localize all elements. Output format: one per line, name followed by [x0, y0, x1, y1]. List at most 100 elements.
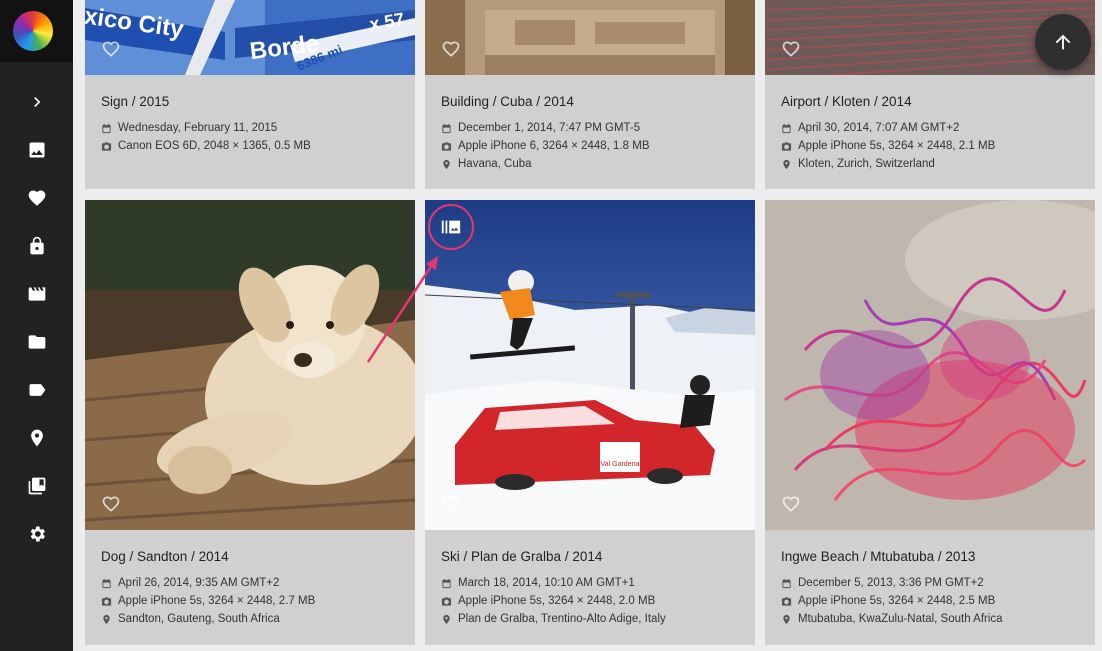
photo-camera: Canon EOS 6D, 2048 × 1365, 0.5 MB [101, 140, 311, 152]
sidebar-item-settings[interactable] [0, 510, 73, 558]
photo-title: Ingwe Beach / Mtubatuba / 2013 [781, 549, 976, 564]
photo-icon [29, 142, 44, 158]
place-icon [103, 614, 110, 624]
photo-location: Mtubatuba, KwaZulu-Natal, South Africa [781, 613, 1003, 625]
camera-icon [781, 141, 792, 151]
camera-icon [101, 141, 112, 151]
photo-date-text: April 26, 2014, 9:35 AM GMT+2 [118, 577, 280, 589]
arrow-up-icon [1055, 34, 1071, 50]
photo-title: Building / Cuba / 2014 [441, 94, 574, 109]
place-icon [783, 159, 790, 169]
photo-camera-text: Apple iPhone 5s, 3264 × 2448, 2.5 MB [798, 595, 996, 607]
scroll-top-button[interactable] [1035, 14, 1091, 70]
photo-thumbnail[interactable] [425, 0, 755, 75]
sidebar-item-favorites[interactable] [0, 174, 73, 222]
car-text: Val Gardena [601, 461, 640, 468]
calendar-icon [102, 578, 111, 588]
place-icon [783, 614, 790, 624]
photo-card[interactable]: Building / Cuba / 2014 December 1, 2014,… [425, 0, 755, 189]
stack-badge[interactable] [428, 204, 474, 250]
photo-thumbnail[interactable] [765, 200, 1095, 530]
place-icon [443, 159, 450, 169]
photo-location-text: Havana, Cuba [458, 158, 532, 170]
favorite-heart-icon[interactable] [441, 494, 461, 514]
calendar-icon [782, 123, 791, 133]
photo-title: Sign / 2015 [101, 94, 170, 109]
sidebar-item-videos[interactable] [0, 270, 73, 318]
camera-icon [441, 141, 452, 151]
photo-location-text: Mtubatuba, KwaZulu-Natal, South Africa [798, 613, 1003, 625]
photo-date-text: Wednesday, February 11, 2015 [118, 122, 278, 134]
photo-date: December 1, 2014, 7:47 PM GMT-5 [441, 122, 640, 134]
photo-title: Dog / Sandton / 2014 [101, 549, 229, 564]
favorite-heart-icon[interactable] [441, 39, 461, 59]
calendar-icon [442, 123, 451, 133]
photo-title: Ski / Plan de Gralba / 2014 [441, 549, 603, 564]
photo-camera: Apple iPhone 5s, 3264 × 2448, 2.5 MB [781, 595, 995, 607]
app-logo[interactable] [0, 0, 73, 62]
sidebar-item-photos[interactable] [0, 126, 73, 174]
folder-icon [28, 335, 45, 349]
calendar-icon [102, 123, 111, 133]
photo-thumbnail[interactable]: Val Gardena [425, 200, 755, 530]
photo-location-text: Plan de Gralba, Trentino-Alto Adige, Ita… [458, 613, 666, 625]
photo-camera: Apple iPhone 5s, 3264 × 2448, 2.1 MB [781, 140, 995, 152]
favorite-heart-icon[interactable] [781, 494, 801, 514]
sidebar-item-albums[interactable] [0, 462, 73, 510]
photo-camera: Apple iPhone 6, 3264 × 2448, 1.8 MB [441, 140, 650, 152]
sidebar-item-private[interactable] [0, 222, 73, 270]
photo-thumbnail[interactable]: xico City Borde 6386 mi x 57 [85, 0, 415, 75]
photo-title: Airport / Kloten / 2014 [781, 94, 912, 109]
chevron-right-icon [33, 97, 40, 107]
photo-date-text: April 30, 2014, 7:07 AM GMT+2 [798, 122, 960, 134]
photo-date-text: December 5, 2013, 3:36 PM GMT+2 [798, 577, 984, 589]
photo-date: April 30, 2014, 7:07 AM GMT+2 [781, 122, 959, 134]
photo-camera-text: Apple iPhone 5s, 3264 × 2448, 2.0 MB [458, 595, 656, 607]
lock-icon [29, 236, 44, 255]
photo-card[interactable]: Val Gardena Ski / Plan de Gralba / 2014 … [425, 200, 755, 645]
favorite-heart-icon[interactable] [101, 494, 121, 514]
annotation-arrow [366, 256, 438, 363]
logo-icon [13, 11, 53, 51]
photo-date: April 26, 2014, 9:35 AM GMT+2 [101, 577, 279, 589]
photo-location-text: Kloten, Zurich, Switzerland [798, 158, 935, 170]
calendar-icon [442, 578, 451, 588]
photo-date-text: December 1, 2014, 7:47 PM GMT-5 [458, 122, 641, 134]
photo-stack-icon [441, 220, 461, 234]
camera-icon [101, 596, 112, 606]
photo-date: Wednesday, February 11, 2015 [101, 122, 277, 134]
favorite-heart-icon[interactable] [781, 39, 801, 59]
photo-camera: Apple iPhone 5s, 3264 × 2448, 2.7 MB [101, 595, 315, 607]
favorite-heart-icon[interactable] [101, 39, 121, 59]
sidebar-item-places[interactable] [0, 414, 73, 462]
photo-location: Kloten, Zurich, Switzerland [781, 158, 935, 170]
photo-card[interactable]: xico City Borde 6386 mi x 57 Sign / 2015… [85, 0, 415, 189]
photo-date-text: March 18, 2014, 10:10 AM GMT+1 [458, 577, 635, 589]
photo-location: Plan de Gralba, Trentino-Alto Adige, Ita… [441, 613, 666, 625]
sidebar-item-labels[interactable] [0, 366, 73, 414]
photo-camera-text: Apple iPhone 5s, 3264 × 2448, 2.7 MB [118, 595, 316, 607]
calendar-icon [782, 578, 791, 588]
camera-icon [441, 596, 452, 606]
photo-location: Sandton, Gauteng, South Africa [101, 613, 280, 625]
camera-icon [781, 596, 792, 606]
heart-icon [28, 190, 45, 206]
sidebar [0, 0, 73, 651]
photo-card[interactable]: Ingwe Beach / Mtubatuba / 2013 December … [765, 200, 1095, 645]
photo-date: March 18, 2014, 10:10 AM GMT+1 [441, 577, 635, 589]
settings-icon [30, 526, 45, 542]
photo-date: December 5, 2013, 3:36 PM GMT+2 [781, 577, 984, 589]
photo-camera: Apple iPhone 5s, 3264 × 2448, 2.0 MB [441, 595, 655, 607]
place-icon [443, 614, 450, 624]
sidebar-expand-button[interactable] [0, 78, 73, 126]
place-icon [30, 429, 43, 447]
sidebar-item-folders[interactable] [0, 318, 73, 366]
album-icon [28, 477, 45, 495]
photo-camera-text: Apple iPhone 6, 3264 × 2448, 1.8 MB [458, 140, 650, 152]
photo-camera-text: Apple iPhone 5s, 3264 × 2448, 2.1 MB [798, 140, 996, 152]
label-icon [29, 384, 45, 396]
movie-icon [28, 287, 45, 301]
photo-location-text: Sandton, Gauteng, South Africa [118, 613, 280, 625]
photo-camera-text: Canon EOS 6D, 2048 × 1365, 0.5 MB [118, 140, 311, 152]
photo-location: Havana, Cuba [441, 158, 532, 170]
